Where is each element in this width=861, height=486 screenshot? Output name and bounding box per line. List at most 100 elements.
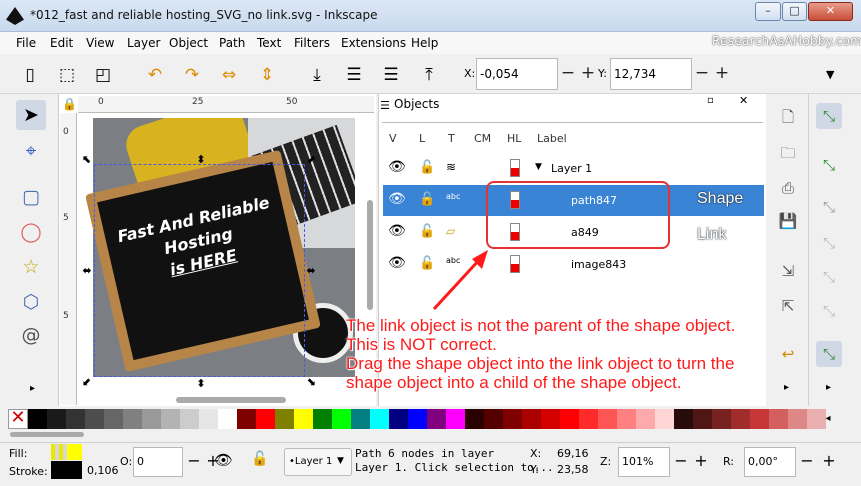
- palette-swatch[interactable]: [351, 409, 370, 429]
- palette-swatch[interactable]: [408, 409, 427, 429]
- scale-handle-icon[interactable]: ⬌: [82, 265, 92, 276]
- eye-icon[interactable]: 👁: [388, 159, 406, 175]
- horizontal-ruler[interactable]: 0 25 50: [78, 96, 374, 113]
- snap-midpoint-icon[interactable]: ⤡: [816, 264, 842, 290]
- palette-swatch[interactable]: [85, 409, 104, 429]
- palette-swatch[interactable]: [769, 409, 788, 429]
- snap-nodes-icon[interactable]: ⤡: [816, 341, 842, 367]
- scale-handle-icon[interactable]: ⬈: [306, 154, 316, 165]
- highlight-color-swatch[interactable]: [510, 159, 520, 177]
- raise-icon[interactable]: ☰: [380, 64, 402, 86]
- circle-tool-icon[interactable]: ◯: [16, 217, 46, 247]
- palette-swatch[interactable]: [313, 409, 332, 429]
- panel-close-icon[interactable]: ✕: [739, 94, 748, 107]
- palette-swatch[interactable]: [788, 409, 807, 429]
- y-decrement-button[interactable]: −: [692, 58, 712, 90]
- eye-icon[interactable]: 👁: [388, 191, 406, 207]
- palette-swatch[interactable]: [465, 409, 484, 429]
- palette-swatch[interactable]: [560, 409, 579, 429]
- lock-guides-icon[interactable]: 🔒: [62, 97, 77, 111]
- palette-swatch[interactable]: [66, 409, 85, 429]
- horizontal-scrollbar[interactable]: [176, 397, 286, 403]
- menu-view[interactable]: View: [86, 36, 114, 50]
- eye-icon[interactable]: 👁: [388, 255, 406, 271]
- commands-more-icon[interactable]: ▸: [784, 382, 789, 393]
- palette-swatch[interactable]: [199, 409, 218, 429]
- export-icon[interactable]: ⇱: [775, 293, 801, 319]
- no-paint-swatch-icon[interactable]: ✕: [8, 409, 28, 429]
- palette-swatch[interactable]: [294, 409, 313, 429]
- expand-arrow-icon[interactable]: ▼: [535, 162, 542, 172]
- maximize-button[interactable]: □: [782, 2, 807, 21]
- unlock-icon[interactable]: 🔓: [419, 224, 435, 239]
- column-highlight[interactable]: HL: [507, 132, 521, 145]
- unlock-icon[interactable]: 🔓: [419, 160, 435, 175]
- menu-layer[interactable]: Layer: [127, 36, 160, 50]
- palette-swatch[interactable]: [541, 409, 560, 429]
- vertical-scrollbar[interactable]: [367, 200, 373, 310]
- flip-vertical-icon[interactable]: ⇕: [256, 64, 278, 86]
- menu-object[interactable]: Object: [169, 36, 208, 50]
- vertical-ruler[interactable]: 0 5 5: [60, 113, 77, 405]
- column-clip-mask[interactable]: CM: [474, 132, 491, 145]
- palette-swatch[interactable]: [617, 409, 636, 429]
- palette-scrollbar[interactable]: [10, 432, 84, 437]
- palette-swatch[interactable]: [123, 409, 142, 429]
- palette-swatch[interactable]: [484, 409, 503, 429]
- palette-swatch[interactable]: [655, 409, 674, 429]
- palette-swatch[interactable]: [446, 409, 465, 429]
- x-decrement-button[interactable]: −: [558, 58, 578, 90]
- scale-handle-icon[interactable]: ⬌: [306, 265, 316, 276]
- snap-bbox-edge-icon[interactable]: ⤡: [816, 194, 842, 220]
- toolbox-more-icon[interactable]: ▸: [30, 383, 35, 394]
- star-tool-icon[interactable]: ☆: [16, 252, 46, 282]
- spiral-tool-icon[interactable]: @: [16, 320, 46, 350]
- palette-swatch[interactable]: [370, 409, 389, 429]
- scale-handle-icon[interactable]: ⬍: [196, 378, 206, 389]
- snap-enable-icon[interactable]: ⤡: [816, 103, 842, 129]
- object-label[interactable]: image843: [571, 258, 626, 271]
- palette-swatch[interactable]: [750, 409, 769, 429]
- 3d-box-tool-icon[interactable]: ⬡: [16, 287, 46, 317]
- layer-dropdown[interactable]: •Layer 1 ▼: [284, 448, 352, 476]
- palette-swatch[interactable]: [636, 409, 655, 429]
- scale-handle-icon[interactable]: ⬊: [306, 376, 316, 387]
- menu-edit[interactable]: Edit: [50, 36, 73, 50]
- menu-text[interactable]: Text: [257, 36, 281, 50]
- column-type[interactable]: T: [448, 132, 455, 145]
- flip-horizontal-icon[interactable]: ⇔: [218, 64, 240, 86]
- scale-handle-icon[interactable]: ⬋: [82, 376, 92, 387]
- scale-handle-icon[interactable]: ⬍: [196, 154, 206, 165]
- palette-swatch[interactable]: [256, 409, 275, 429]
- rotation-input[interactable]: 0,00°: [744, 447, 796, 477]
- snap-center-icon[interactable]: ⤡: [816, 298, 842, 324]
- unlock-icon[interactable]: 🔓: [419, 192, 435, 207]
- list-item[interactable]: 👁 🔓 ≋ ▼ Layer 1: [383, 153, 764, 184]
- import-icon[interactable]: ⇲: [775, 258, 801, 284]
- snap-more-icon[interactable]: ▸: [826, 382, 831, 393]
- layer-lock-icon[interactable]: 🔓: [251, 451, 268, 467]
- y-input[interactable]: 12,734: [610, 58, 692, 90]
- eye-icon[interactable]: 👁: [388, 223, 406, 239]
- snap-bbox-corner-icon[interactable]: ⤡: [816, 230, 842, 256]
- layer-visibility-icon[interactable]: 👁: [214, 451, 233, 469]
- selector-tool-icon[interactable]: ➤: [16, 100, 46, 130]
- rectangle-tool-icon[interactable]: ▢: [16, 182, 46, 212]
- palette-swatch[interactable]: [47, 409, 66, 429]
- palette-swatch[interactable]: [237, 409, 256, 429]
- zoom-in-button[interactable]: +: [690, 447, 712, 477]
- new-document-icon[interactable]: 🗋: [775, 104, 801, 130]
- palette-menu-icon[interactable]: ◂: [818, 409, 838, 429]
- opacity-input[interactable]: 0: [133, 447, 183, 477]
- print-icon[interactable]: ⎙: [775, 175, 801, 201]
- snap-bbox-icon[interactable]: ⤡: [816, 152, 842, 178]
- close-button[interactable]: ✕: [808, 2, 853, 21]
- rotate-cw-icon[interactable]: ↷: [181, 64, 203, 86]
- undo-icon[interactable]: ↩: [775, 341, 801, 367]
- toolbar-overflow-button[interactable]: ▼: [826, 68, 834, 81]
- object-label[interactable]: Layer 1: [551, 162, 592, 175]
- raise-to-top-icon[interactable]: ⤒: [418, 64, 440, 86]
- palette-swatch[interactable]: [161, 409, 180, 429]
- select-all-icon[interactable]: ▯: [19, 64, 41, 86]
- y-increment-button[interactable]: +: [712, 58, 732, 90]
